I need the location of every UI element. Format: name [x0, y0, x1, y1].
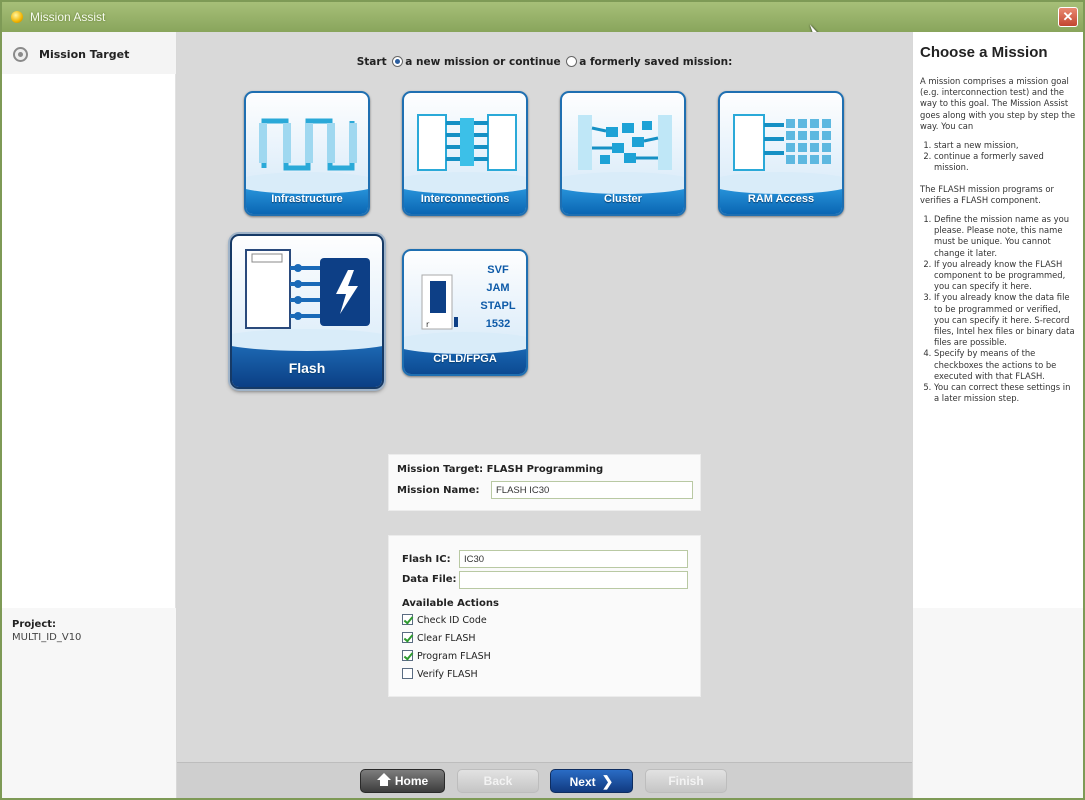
checkbox-clear-flash[interactable]: [402, 632, 413, 643]
format-jam: JAM: [486, 282, 509, 294]
action-check-id-code[interactable]: Check ID Code: [402, 614, 487, 626]
help-flash-item: You can correct these settings in a late…: [934, 382, 1078, 404]
back-button-label: Back: [483, 774, 513, 788]
help-title: Choose a Mission: [920, 44, 1048, 61]
mission-name-input[interactable]: [491, 481, 693, 499]
tile-interconnections[interactable]: Interconnections: [402, 91, 528, 216]
title-bar: Mission Assist ✕: [2, 2, 1083, 32]
start-row: Start a new mission or continue a former…: [177, 56, 912, 68]
checkbox-program-flash[interactable]: [402, 650, 413, 661]
start-label: Start: [356, 56, 387, 68]
window-title: Mission Assist: [30, 10, 106, 24]
action-label: Program FLASH: [417, 651, 491, 662]
tile-flash-label: Flash: [288, 360, 326, 376]
radio-saved-mission[interactable]: [566, 56, 578, 67]
mission-name-label: Mission Name:: [397, 485, 480, 496]
tile-cpld-fpga-label: CPLD/FPGA: [433, 353, 497, 365]
action-label: Check ID Code: [417, 615, 487, 626]
help-flash-item: If you already know the FLASH component …: [934, 259, 1078, 293]
back-button: Back: [457, 769, 539, 793]
tile-infrastructure[interactable]: Infrastructure: [244, 91, 370, 216]
help-flash-item: Specify by means of the checkboxes the a…: [934, 348, 1078, 382]
mission-box: Mission Target: FLASH Programming Missio…: [388, 454, 701, 511]
data-file-label: Data File:: [402, 574, 457, 585]
navigation-bar: Home Back Next ❯ Finish: [177, 762, 912, 798]
home-button[interactable]: Home: [360, 769, 445, 793]
tile-flash[interactable]: Flash: [230, 234, 384, 389]
app-icon: [11, 11, 23, 23]
project-label: Project:: [12, 619, 57, 630]
tile-cluster-label: Cluster: [604, 193, 642, 205]
left-panel: Mission Target Project: MULTI_ID_V10: [2, 32, 176, 798]
radio-new-mission[interactable]: [392, 56, 404, 67]
chevron-right-icon: ❯: [601, 773, 614, 789]
format-stapl: STAPL: [480, 300, 516, 312]
help-intro-item: continue a formerly saved mission.: [934, 151, 1078, 173]
help-text: A mission comprises a mission goal (e.g.…: [920, 76, 1078, 404]
format-1532: 1532: [486, 318, 510, 330]
help-flash-intro: The FLASH mission programs or verifies a…: [920, 183, 1054, 205]
checkbox-check-id-code[interactable]: [402, 614, 413, 625]
help-panel: Choose a Mission A mission comprises a m…: [913, 32, 1083, 798]
project-value: MULTI_ID_V10: [12, 632, 82, 643]
tile-cpld-fpga[interactable]: r SVF JAM STAPL 1532 CPLD/FPGA: [402, 249, 528, 376]
help-flash-item: Define the mission name as you please. P…: [934, 214, 1078, 259]
left-panel-title: Mission Target: [39, 48, 130, 61]
flash-ic-input[interactable]: [459, 550, 688, 568]
action-clear-flash[interactable]: Clear FLASH: [402, 632, 476, 644]
action-label: Clear FLASH: [417, 633, 476, 644]
next-button-label: Next: [569, 775, 596, 789]
tile-cluster[interactable]: Cluster: [560, 91, 686, 216]
action-verify-flash[interactable]: Verify FLASH: [402, 668, 478, 680]
radio-new-mission-label: a new mission or continue: [405, 56, 561, 68]
help-flash-item: If you already know the data file to be …: [934, 292, 1078, 348]
format-svf: SVF: [487, 264, 509, 276]
help-intro-item: start a new mission,: [934, 140, 1078, 151]
mission-assist-window: Mission Assist ✕ Mission Target Project:…: [0, 0, 1085, 800]
mission-target-icon: [13, 47, 28, 62]
tile-infrastructure-label: Infrastructure: [271, 193, 343, 205]
main-panel: Start a new mission or continue a former…: [177, 32, 912, 762]
tile-ram-access-label: RAM Access: [747, 193, 815, 205]
close-button[interactable]: ✕: [1058, 7, 1078, 27]
left-panel-header: Mission Target: [2, 32, 176, 74]
help-intro: A mission comprises a mission goal (e.g.…: [920, 76, 1076, 131]
next-button[interactable]: Next ❯: [550, 769, 633, 793]
finish-button-label: Finish: [668, 774, 704, 788]
mission-target-text: Mission Target: FLASH Programming: [397, 464, 604, 475]
checkbox-verify-flash[interactable]: [402, 668, 413, 679]
radio-saved-mission-label: a formerly saved mission:: [579, 56, 733, 68]
flash-settings-box: Flash IC: Data File: Available Actions C…: [388, 535, 701, 697]
tile-interconnections-label: Interconnections: [420, 193, 510, 205]
home-button-label: Home: [394, 774, 429, 788]
action-program-flash[interactable]: Program FLASH: [402, 650, 491, 662]
action-label: Verify FLASH: [417, 669, 478, 680]
tile-ram-access[interactable]: RAM Access: [718, 91, 844, 216]
finish-button: Finish: [645, 769, 727, 793]
help-panel-footer: [913, 608, 1083, 798]
flash-ic-label: Flash IC:: [402, 554, 451, 565]
available-actions-title: Available Actions: [402, 598, 499, 609]
data-file-input[interactable]: [459, 571, 688, 589]
home-icon: [376, 773, 391, 786]
